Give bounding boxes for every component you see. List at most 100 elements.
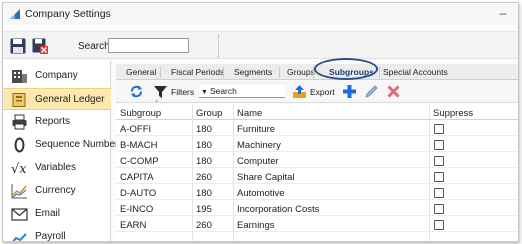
cell-subgroup: E-INCO (120, 204, 154, 215)
column-header-suppress[interactable]: Suppress (433, 108, 473, 119)
sidebar-item-label: Company (35, 70, 78, 81)
table-row[interactable]: C-COMP 180 Computer (116, 153, 518, 168)
cell-name: Machinery (237, 140, 281, 151)
sidebar-item-label: Reports (35, 116, 71, 127)
export-icon[interactable] (292, 84, 307, 99)
cell-subgroup: CAPITA (120, 172, 154, 183)
building-icon (12, 70, 27, 83)
sidebar-item-reports[interactable]: Reports (3, 111, 111, 133)
sequence-icon (14, 137, 25, 153)
cell-name: Incorporation Costs (237, 204, 320, 215)
save-icon[interactable] (9, 37, 27, 55)
suppress-checkbox[interactable] (434, 204, 444, 214)
active-tab-highlight-ring (314, 58, 378, 80)
delete-icon[interactable] (386, 84, 401, 99)
dropdown-caret-icon: ▼ (201, 89, 208, 96)
cell-group: 180 (196, 188, 212, 199)
tab-divider (379, 67, 380, 78)
ledger-icon (12, 93, 26, 107)
printer-icon (12, 114, 27, 130)
cell-subgroup: B-MACH (120, 140, 158, 151)
app-logo-icon (10, 9, 20, 19)
suppress-checkbox[interactable] (434, 172, 444, 182)
company-settings-window: Company Settings – Search Company Genera… (2, 2, 519, 242)
tab-divider (223, 67, 224, 78)
function-icon: √x (11, 162, 27, 176)
toolbar-separator (218, 35, 220, 57)
cell-group: 195 (196, 204, 212, 215)
suppress-checkbox[interactable] (434, 220, 444, 230)
sidebar: Company General Ledger Reports Sequence … (3, 61, 118, 242)
tab-special-accounts[interactable]: Special Accounts (383, 67, 448, 77)
search-input[interactable] (108, 38, 189, 53)
cell-name: Earnings (237, 220, 275, 231)
tab-groups[interactable]: Groups (287, 67, 315, 77)
table-row[interactable]: CAPITA 260 Share Capital (116, 169, 518, 184)
tab-segments[interactable]: Segments (234, 67, 272, 77)
svg-text:√x: √x (11, 162, 27, 176)
tab-fiscal-periods[interactable]: Fiscal Periods (171, 67, 224, 77)
column-header-group[interactable]: Group (196, 108, 222, 119)
filter-icon[interactable] (153, 84, 168, 99)
grid-search-field[interactable]: ▼ Search (199, 85, 285, 98)
filters-label[interactable]: Filters (171, 87, 194, 97)
cell-group: 180 (196, 124, 212, 135)
sidebar-item-currency[interactable]: Currency (3, 180, 111, 202)
minimize-button[interactable]: – (496, 6, 510, 20)
suppress-checkbox[interactable] (434, 124, 444, 134)
cell-subgroup: D-AUTO (120, 188, 157, 199)
edit-pencil-icon[interactable] (364, 84, 379, 99)
sidebar-item-variables[interactable]: √x Variables (3, 157, 111, 179)
cell-subgroup: C-COMP (120, 156, 159, 167)
grid-toolbar: Filters ▼ Search Export (116, 81, 518, 103)
sidebar-item-label: General Ledger (35, 94, 105, 105)
cell-group: 260 (196, 220, 212, 231)
subgroups-grid: ^ Subgroup Group Name Suppress A-OFFI 18… (116, 100, 518, 241)
cell-subgroup: EARN (120, 220, 147, 231)
cell-name: Share Capital (237, 172, 295, 183)
table-row[interactable]: B-MACH 180 Machinery (116, 137, 518, 152)
grid-search-placeholder: Search (209, 86, 237, 96)
sidebar-item-label: Currency (35, 185, 76, 196)
sidebar-item-sequence-number[interactable]: Sequence Number (3, 134, 118, 156)
cell-group: 180 (196, 156, 212, 167)
title-bar: Company Settings – (3, 3, 518, 25)
save-and-close-icon[interactable] (31, 37, 49, 55)
sort-ascending-icon: ^ (155, 100, 159, 107)
payroll-icon (12, 233, 27, 241)
tab-divider (279, 67, 280, 78)
table-row[interactable]: A-OFFI 180 Furniture (116, 121, 518, 136)
tab-divider (160, 67, 161, 78)
export-label[interactable]: Export (310, 87, 335, 97)
cell-subgroup: A-OFFI (120, 124, 152, 135)
tab-general[interactable]: General (126, 67, 156, 77)
envelope-icon (11, 208, 28, 221)
table-row[interactable]: EARN 260 Earnings (116, 217, 518, 232)
suppress-checkbox[interactable] (434, 140, 444, 150)
sidebar-item-payroll[interactable]: Payroll (3, 226, 111, 242)
grid-header: ^ Subgroup Group Name Suppress (116, 100, 518, 120)
search-label: Search (78, 41, 110, 52)
table-row[interactable]: D-AUTO 180 Automotive (116, 185, 518, 200)
sidebar-item-label: Sequence Number (35, 139, 119, 150)
main-toolbar: Search (3, 31, 518, 59)
add-icon[interactable] (342, 84, 357, 99)
sidebar-item-label: Email (35, 208, 61, 219)
cell-group: 260 (196, 172, 212, 183)
sidebar-item-general-ledger[interactable]: General Ledger (3, 88, 111, 110)
suppress-checkbox[interactable] (434, 188, 444, 198)
sidebar-item-label: Payroll (35, 231, 66, 242)
sidebar-item-email[interactable]: Email (3, 203, 111, 225)
column-header-name[interactable]: Name (237, 108, 262, 119)
sidebar-item-company[interactable]: Company (3, 65, 111, 87)
table-row[interactable]: E-INCO 195 Incorporation Costs (116, 201, 518, 216)
cell-group: 180 (196, 140, 212, 151)
column-header-subgroup[interactable]: Subgroup (120, 108, 161, 119)
suppress-checkbox[interactable] (434, 156, 444, 166)
cell-name: Computer (237, 156, 279, 167)
refresh-icon[interactable] (129, 84, 144, 99)
window-title: Company Settings (25, 8, 111, 20)
cell-name: Furniture (237, 124, 276, 135)
currency-chart-icon (11, 184, 27, 199)
cell-name: Automotive (237, 188, 285, 199)
